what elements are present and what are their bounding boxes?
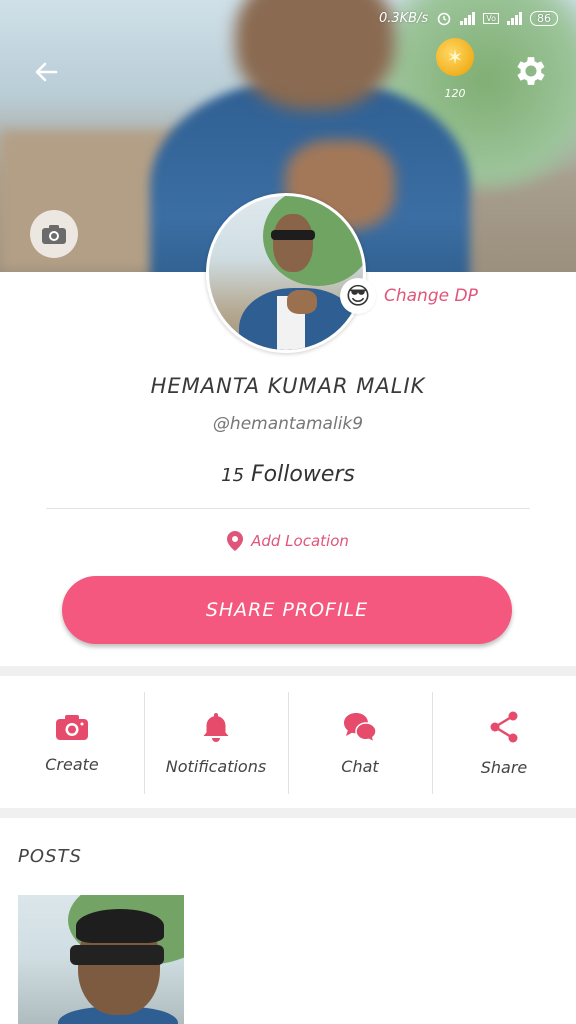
followers-label: Followers — [251, 462, 355, 487]
post-person-sunglasses — [70, 945, 164, 965]
battery-indicator: 86 — [530, 10, 558, 26]
avatar-hand — [287, 290, 317, 314]
status-bar: 0.3KB/s Vo 86 — [379, 8, 558, 28]
post-person-hair — [76, 909, 164, 943]
profile-name: HEMANTA KUMAR MALIK — [150, 374, 426, 398]
add-location-label: Add Location — [251, 532, 349, 550]
signal-icon-2 — [507, 11, 522, 25]
bell-icon — [203, 712, 229, 742]
chat-label: Chat — [341, 756, 379, 776]
avatar-head — [273, 214, 313, 272]
posts-heading: POSTS — [18, 846, 82, 867]
divider — [46, 508, 530, 509]
add-location-button[interactable]: Add Location — [0, 531, 576, 551]
change-dp-label: Change DP — [384, 286, 478, 306]
change-cover-button[interactable] — [30, 210, 78, 258]
profile-handle: @hemantamalik9 — [212, 414, 364, 434]
followers-count[interactable]: 15 Followers — [0, 462, 576, 487]
camera-icon — [42, 225, 66, 244]
network-speed: 0.3KB/s — [378, 10, 429, 26]
share-button[interactable]: Share — [432, 678, 576, 808]
location-pin-icon — [227, 531, 244, 551]
gear-icon[interactable] — [512, 52, 550, 90]
sunglasses-emoji-icon: 😎 — [340, 278, 376, 314]
coin-icon[interactable]: ✶ — [436, 38, 474, 76]
create-label: Create — [45, 754, 99, 774]
section-separator — [0, 808, 576, 818]
camera-icon — [56, 714, 88, 740]
chat-button[interactable]: Chat — [288, 678, 432, 808]
notifications-label: Notifications — [165, 756, 267, 776]
cover-person-face — [235, 0, 395, 110]
section-separator — [0, 666, 576, 676]
share-label: Share — [480, 757, 528, 777]
share-icon — [490, 711, 518, 742]
create-button[interactable]: Create — [0, 678, 144, 808]
signal-icon — [460, 11, 476, 25]
share-profile-button[interactable]: SHARE PROFILE — [62, 576, 512, 644]
action-bar: Create Notifications Chat Share — [0, 678, 576, 808]
chat-bubbles-icon — [344, 712, 377, 743]
alarm-icon — [438, 12, 451, 26]
post-thumbnail[interactable] — [18, 895, 184, 1024]
change-dp-button[interactable]: 😎 Change DP — [340, 278, 478, 314]
avatar-sunglasses — [271, 230, 315, 240]
notifications-button[interactable]: Notifications — [144, 678, 288, 808]
profile-avatar[interactable] — [206, 193, 366, 353]
back-arrow-icon[interactable] — [30, 56, 62, 88]
volte-badge: Vo — [483, 12, 499, 24]
followers-number: 15 — [221, 465, 245, 486]
coin-count: 120 — [444, 87, 466, 100]
